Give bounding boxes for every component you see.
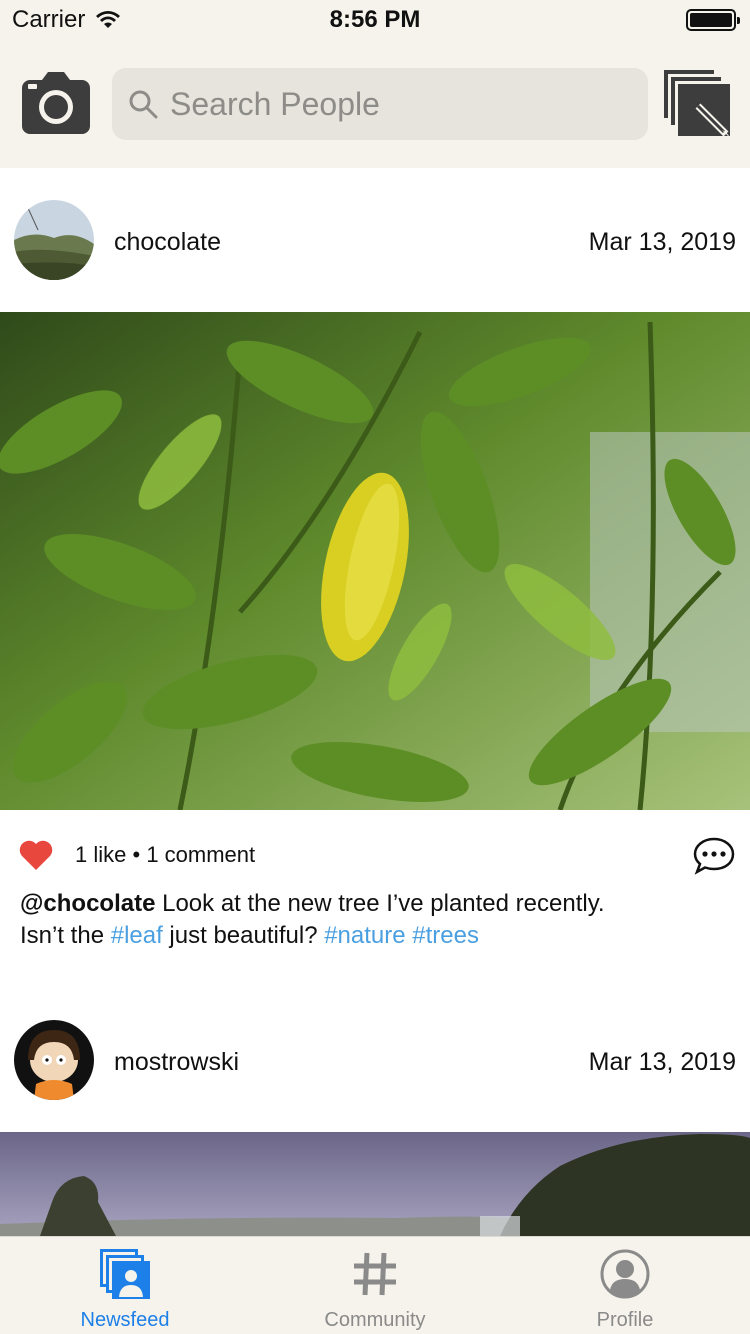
post-username[interactable]: mostrowski [114, 1048, 239, 1077]
landscape-photo [0, 1132, 750, 1236]
search-input[interactable] [170, 85, 630, 123]
search-icon [129, 90, 158, 119]
hashtag-icon [354, 1252, 396, 1296]
hashtag-link[interactable]: #trees [412, 922, 479, 949]
caption-text: just beautiful? [162, 922, 325, 949]
comment-bubble-icon[interactable] [692, 836, 736, 876]
profile-icon [600, 1249, 650, 1299]
avatar-cartoon-image [14, 1020, 94, 1100]
camera-button[interactable] [22, 72, 90, 134]
post-caption: @chocolate Look at the new tree I’ve pla… [20, 888, 620, 952]
compose-icon [664, 70, 732, 140]
tab-profile[interactable]: Profile [500, 1237, 750, 1334]
post-header: chocolate Mar 13, 2019 [0, 168, 750, 312]
search-bar[interactable] [112, 68, 648, 140]
newsfeed[interactable]: chocolate Mar 13, 2019 1 like • 1 commen… [0, 168, 750, 1236]
post-date: Mar 13, 2019 [588, 228, 736, 256]
nav-bar [0, 40, 750, 168]
hashtag-link[interactable]: #nature [324, 922, 405, 949]
status-time: 8:56 PM [329, 6, 421, 33]
engagement-separator: • [132, 842, 141, 867]
post-photo[interactable] [0, 1132, 750, 1236]
status-bar: Carrier 8:56 PM [0, 0, 750, 40]
tab-bar: Newsfeed Community Profile [0, 1236, 750, 1334]
post-engagement: 1 like • 1 comment [75, 842, 255, 868]
compose-button[interactable] [664, 70, 736, 142]
avatar[interactable] [14, 1020, 94, 1100]
tab-newsfeed[interactable]: Newsfeed [0, 1237, 250, 1334]
like-count[interactable]: 1 like [75, 842, 126, 867]
avatar-landscape-image [14, 200, 94, 280]
post-photo[interactable] [0, 312, 750, 810]
plant-leaves-photo [0, 312, 750, 810]
newsfeed-icon [100, 1249, 150, 1299]
post-date: Mar 13, 2019 [588, 1048, 736, 1076]
tab-label: Profile [596, 1309, 654, 1331]
comment-count[interactable]: 1 comment [146, 842, 255, 867]
post-header: mostrowski Mar 13, 2019 [0, 988, 750, 1132]
hashtag-link[interactable]: #leaf [111, 922, 163, 949]
tab-community[interactable]: Community [250, 1237, 500, 1334]
battery-icon [686, 9, 740, 31]
caption-mention[interactable]: @chocolate [20, 890, 155, 917]
tab-label: Community [324, 1309, 426, 1331]
camera-icon [22, 72, 90, 134]
tab-label: Newsfeed [80, 1309, 170, 1331]
post-actions: 1 like • 1 comment [0, 826, 750, 886]
post-username[interactable]: chocolate [114, 228, 221, 257]
avatar[interactable] [14, 200, 94, 280]
like-heart-icon[interactable] [18, 838, 54, 872]
